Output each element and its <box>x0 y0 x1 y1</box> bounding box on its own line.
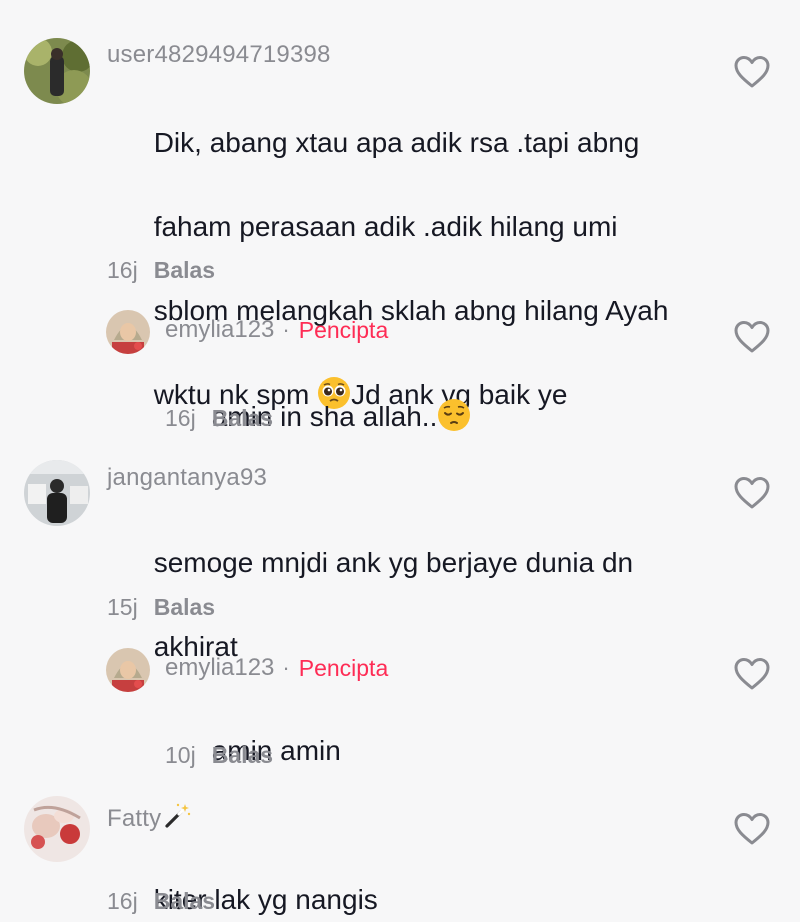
comment-meta: 15j Balas <box>107 594 215 621</box>
comment-text-line: faham perasaan adik .adik hilang umi <box>153 211 618 242</box>
comment-time: 16j <box>165 405 196 431</box>
avatar[interactable] <box>106 310 150 354</box>
reply-button[interactable]: Balas <box>212 405 273 431</box>
reply-button[interactable]: Balas <box>154 257 215 283</box>
comment-meta: 16j Balas <box>165 405 273 432</box>
heart-outline-icon[interactable] <box>733 320 771 354</box>
comment-username[interactable]: jangantanya93 <box>107 464 267 492</box>
comment-username-text: Fatty <box>107 805 162 832</box>
separator-dot: · <box>282 317 290 342</box>
reply-username-row: emylia123 · Pencipta <box>165 654 388 682</box>
comment-text-line: semoge mnjdi ank yg berjaye dunia dn <box>153 547 634 578</box>
comment-time: 10j <box>165 742 196 768</box>
comment-time: 16j <box>107 257 138 283</box>
comment-item: jangantanya93 semoge mnjdi ank yg berjay… <box>0 450 800 662</box>
avatar[interactable] <box>24 796 90 862</box>
reply-button[interactable]: Balas <box>154 888 215 914</box>
avatar[interactable] <box>24 38 90 104</box>
comment-time: 16j <box>107 888 138 914</box>
comment-item: Fatty kiter lak yg nangis 16j Balas <box>0 790 800 922</box>
heart-outline-icon[interactable] <box>733 812 771 846</box>
comment-time: 15j <box>107 594 138 620</box>
pensive-face-emoji <box>437 398 471 432</box>
reply-button[interactable]: Balas <box>212 742 273 768</box>
avatar[interactable] <box>106 648 150 692</box>
comment-meta: 10j Balas <box>165 742 273 769</box>
comment-item: user4829494719398 Dik, abang xtau apa ad… <box>0 0 800 410</box>
comment-username[interactable]: Fatty <box>107 802 191 833</box>
creator-badge: Pencipta <box>298 316 389 343</box>
reply-username-row: emylia123 · Pencipta <box>165 316 388 344</box>
comment-text-line: Dik, abang xtau apa adik rsa .tapi abng <box>153 127 640 158</box>
reply-button[interactable]: Balas <box>154 594 215 620</box>
reply-item: emylia123 · Pencipta amin in sha allah..… <box>0 300 800 450</box>
separator-dot: · <box>282 655 290 680</box>
comment-username[interactable]: emylia123 <box>165 654 274 682</box>
comment-username[interactable]: user4829494719398 <box>107 41 331 69</box>
magic-wand-emoji <box>163 802 191 830</box>
reply-item: emylia123 · Pencipta amin amin 10j Balas <box>0 640 800 790</box>
heart-outline-icon[interactable] <box>733 55 771 89</box>
comment-list: user4829494719398 Dik, abang xtau apa ad… <box>0 0 800 922</box>
creator-badge: Pencipta <box>298 654 389 681</box>
comment-meta: 16j Balas <box>107 257 215 284</box>
comment-meta: 16j Balas <box>107 888 215 915</box>
heart-outline-icon[interactable] <box>733 657 771 691</box>
heart-outline-icon[interactable] <box>733 476 771 510</box>
comment-username[interactable]: emylia123 <box>165 316 274 344</box>
avatar[interactable] <box>24 460 90 526</box>
